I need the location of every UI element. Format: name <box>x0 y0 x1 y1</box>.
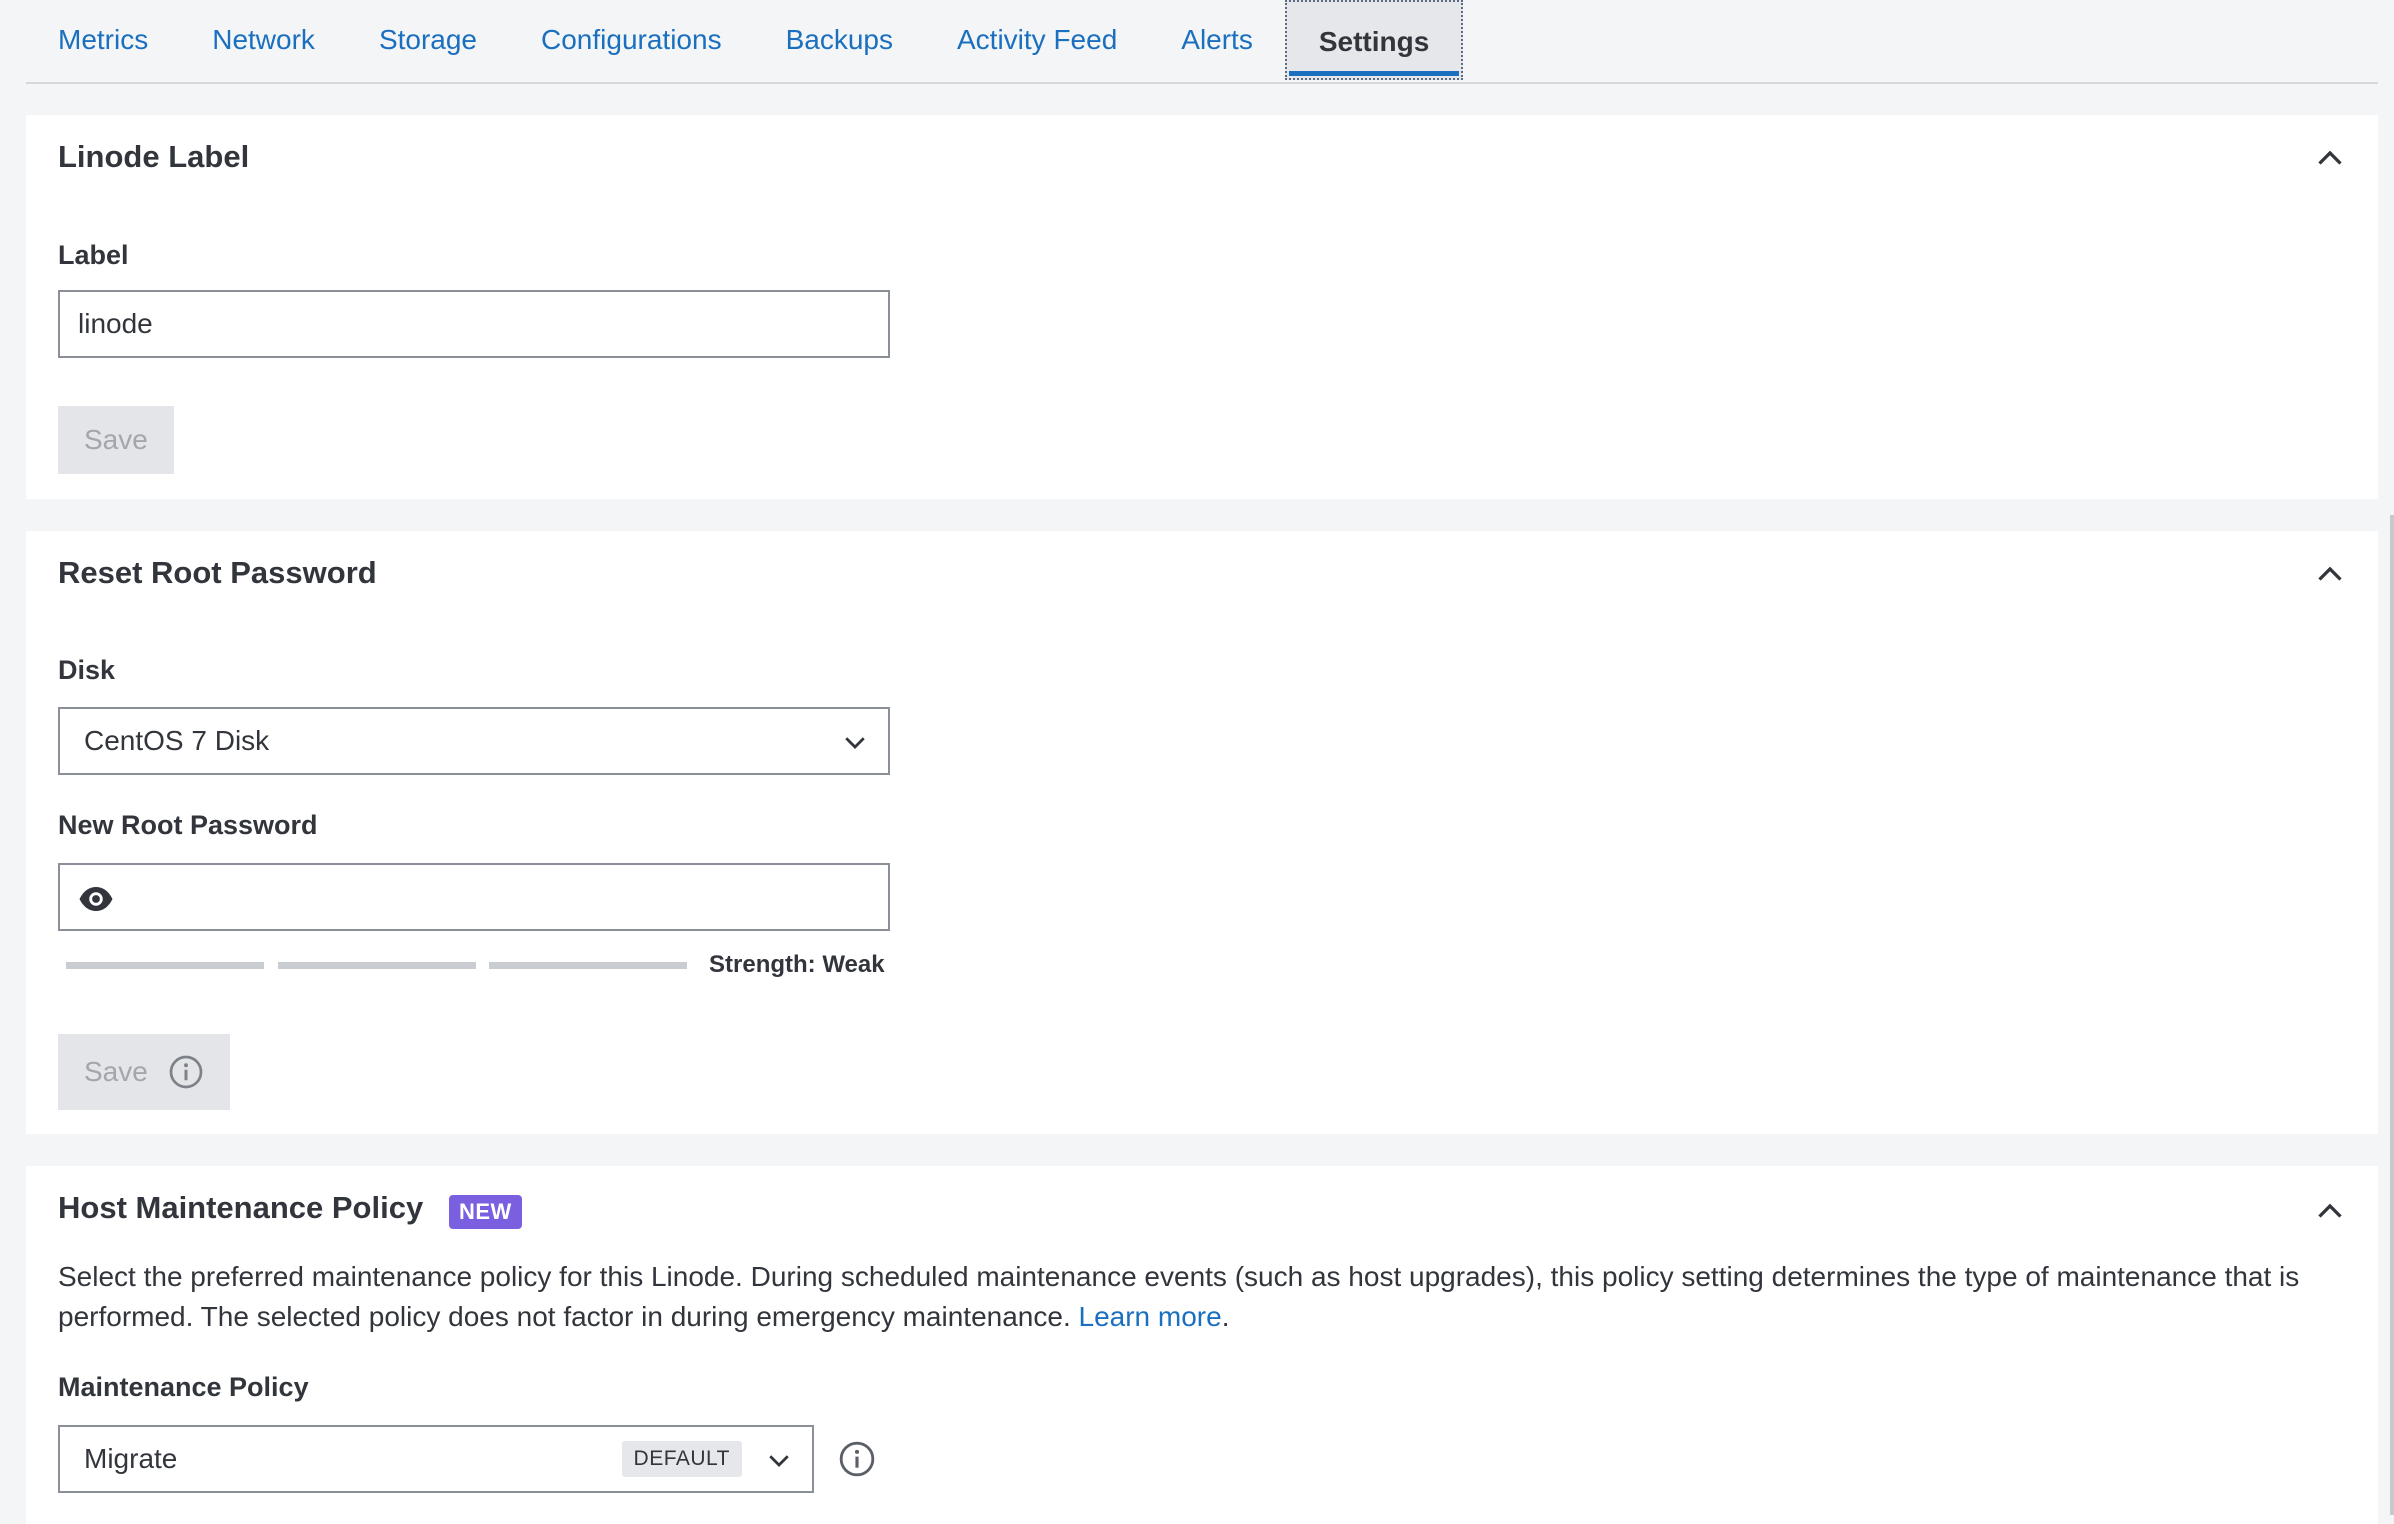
label-input[interactable]: linode <box>58 290 890 358</box>
scrollbar[interactable] <box>2390 515 2394 1515</box>
maintenance-policy-select[interactable]: Migrate DEFAULT <box>58 1425 814 1493</box>
password-save-button[interactable]: Save <box>58 1034 230 1110</box>
linode-label-title: Linode Label <box>58 139 250 174</box>
disk-select-value: CentOS 7 Disk <box>84 725 270 756</box>
linode-settings-page: Metrics Network Storage Configurations B… <box>0 0 2394 1524</box>
learn-more-link[interactable]: Learn more <box>1079 1301 1222 1332</box>
new-badge: NEW <box>449 1195 522 1229</box>
disk-select[interactable]: CentOS 7 Disk <box>58 707 890 775</box>
tab-backups[interactable]: Backups <box>754 0 925 80</box>
chevron-up-icon[interactable] <box>2312 557 2348 593</box>
tab-configurations[interactable]: Configurations <box>509 0 754 80</box>
chevron-up-icon[interactable] <box>2312 1194 2348 1230</box>
maintenance-policy-value: Migrate <box>84 1443 178 1474</box>
chevron-down-icon <box>845 737 865 749</box>
tab-metrics[interactable]: Metrics <box>26 0 180 80</box>
label-save-button[interactable]: Save <box>58 406 174 474</box>
host-maintenance-policy-title: Host Maintenance Policy <box>58 1190 424 1225</box>
label-save-text: Save <box>84 424 148 455</box>
reset-root-password-card: Reset Root Password Disk CentOS 7 Disk N… <box>26 531 2378 1134</box>
eye-icon[interactable] <box>78 881 114 917</box>
info-icon[interactable] <box>168 1054 204 1090</box>
chevron-down-icon <box>769 1455 789 1467</box>
tab-bar: Metrics Network Storage Configurations B… <box>26 0 2378 84</box>
label-field-label: Label <box>58 240 129 270</box>
tab-network[interactable]: Network <box>180 0 347 80</box>
tab-alerts[interactable]: Alerts <box>1149 0 1285 80</box>
new-root-password-input[interactable] <box>58 863 890 931</box>
default-chip: DEFAULT <box>621 1441 742 1477</box>
chevron-up-icon[interactable] <box>2312 141 2348 177</box>
strength-bar-2 <box>278 962 476 969</box>
strength-bar-3 <box>489 962 687 969</box>
password-save-text: Save <box>84 1056 148 1087</box>
info-icon[interactable] <box>838 1440 876 1478</box>
linode-label-card: Linode Label Label linode Save <box>26 115 2378 499</box>
label-input-value: linode <box>78 308 153 339</box>
tab-activity-feed[interactable]: Activity Feed <box>925 0 1149 80</box>
reset-root-password-title: Reset Root Password <box>58 555 377 590</box>
disk-label: Disk <box>58 655 116 685</box>
strength-bar-1 <box>66 962 264 969</box>
learn-more-suffix: . <box>1221 1301 1230 1332</box>
new-root-password-label: New Root Password <box>58 810 318 840</box>
maintenance-policy-label: Maintenance Policy <box>58 1372 309 1402</box>
tab-settings[interactable]: Settings <box>1284 0 1464 80</box>
tab-storage[interactable]: Storage <box>347 0 509 80</box>
maintenance-description: Select the preferred maintenance policy … <box>58 1257 2358 1337</box>
strength-text: Strength: Weak <box>709 951 885 978</box>
host-maintenance-policy-card: Host Maintenance Policy NEW Select the p… <box>26 1166 2378 1524</box>
